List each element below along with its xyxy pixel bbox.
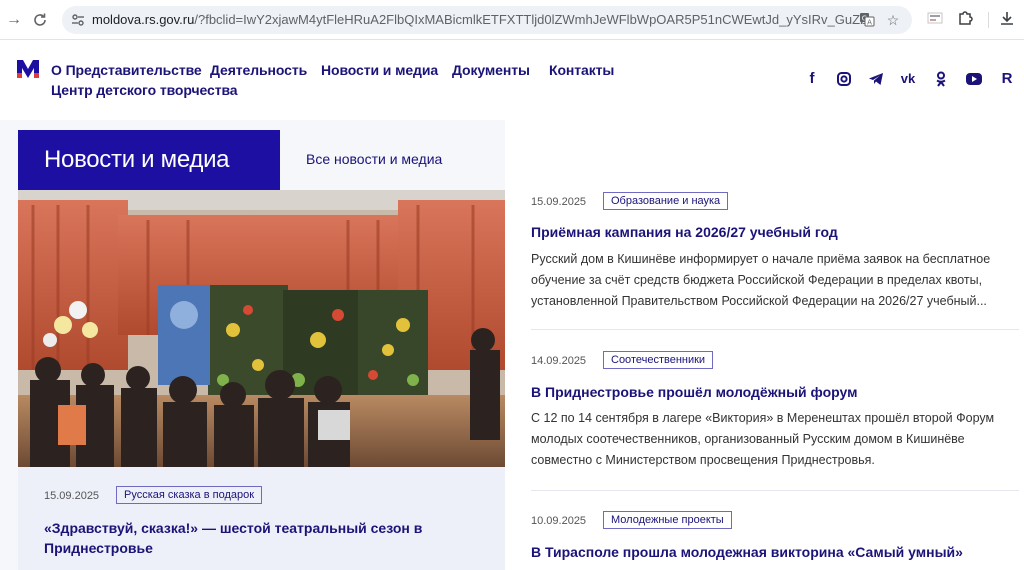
featured-news-tag[interactable]: Русская сказка в подарок [116,486,263,504]
youtube-icon[interactable] [965,70,983,88]
news-date: 15.09.2025 [531,196,587,208]
forward-icon[interactable]: → [4,10,24,30]
news-date: 14.09.2025 [531,355,587,367]
all-news-link[interactable]: Все новости и медиа [306,151,442,167]
nav-news-media[interactable]: Новости и медиа [321,62,438,78]
url-text[interactable]: moldova.rs.gov.ru/?fbclid=IwY2xjawM4ytFl… [92,12,868,28]
site-logo[interactable] [17,58,39,80]
featured-news-image[interactable] [18,190,505,467]
vk-icon[interactable]: vk [899,70,917,88]
news-divider [531,329,1019,330]
nav-activity[interactable]: Деятельность [210,62,307,78]
site-header: О Представительстве Деятельность Новости… [0,40,1024,120]
news-tag[interactable]: Образование и наука [603,192,729,210]
url-host: moldova.rs.gov.ru [92,12,195,27]
news-excerpt: С 12 по 14 сентября в лагере «Виктория» … [531,411,995,467]
svg-text:A: A [867,19,872,27]
address-bar[interactable]: moldova.rs.gov.ru/?fbclid=IwY2xjawM4ytFl… [62,6,912,34]
news-title[interactable]: В Приднестровье прошёл молодёжный форум [531,384,858,400]
url-path: /?fbclid=IwY2xjawM4ytFleHRuA2FlbQIxMABic… [194,12,868,27]
download-icon[interactable] [996,9,1018,31]
reload-icon[interactable] [30,10,50,30]
news-excerpt: Русский дом в Кишинёве информирует о нач… [531,252,991,308]
news-title[interactable]: Приёмная кампания на 2026/27 учебный год [531,224,838,240]
featured-news-title[interactable]: «Здравствуй, сказка!» — шестой театральн… [44,518,444,558]
rutube-icon[interactable]: R [998,70,1016,88]
section-title: Новости и медиа [18,130,280,190]
news-divider [531,490,1019,491]
news-list: 15.09.2025 Образование и наука Приёмная … [505,120,1024,570]
news-date: 10.09.2025 [531,515,587,527]
news-title[interactable]: В Тирасполе прошла молодежная викторина … [531,544,963,560]
featured-news-card[interactable]: 15.09.2025 Русская сказка в подарок «Здр… [18,190,505,570]
odnoklassniki-icon[interactable] [932,70,950,88]
instagram-icon[interactable] [835,70,853,88]
nav-documents[interactable]: Документы [452,62,530,78]
facebook-icon[interactable]: f [803,70,821,88]
news-section: Новости и медиа Все новости и медиа 15.0… [0,120,1024,570]
extensions-puzzle-icon[interactable] [954,9,976,31]
nav-contacts[interactable]: Контакты [549,62,614,78]
toolbar-divider [988,12,989,28]
news-tag[interactable]: Молодежные проекты [603,511,732,529]
translate-icon[interactable]: GA [858,11,876,29]
telegram-icon[interactable] [867,70,885,88]
nav-about[interactable]: О Представительстве [51,62,202,78]
browser-toolbar: → moldova.rs.gov.ru/?fbclid=IwY2xjawM4yt… [0,0,1024,40]
extension-icon[interactable] [924,9,946,31]
bookmark-star-icon[interactable]: ☆ [884,11,902,29]
featured-news-date: 15.09.2025 [44,490,100,502]
nav-children-center[interactable]: Центр детского творчества [51,82,238,98]
site-info-icon[interactable] [70,12,86,28]
news-tag[interactable]: Соотечественники [603,351,714,369]
